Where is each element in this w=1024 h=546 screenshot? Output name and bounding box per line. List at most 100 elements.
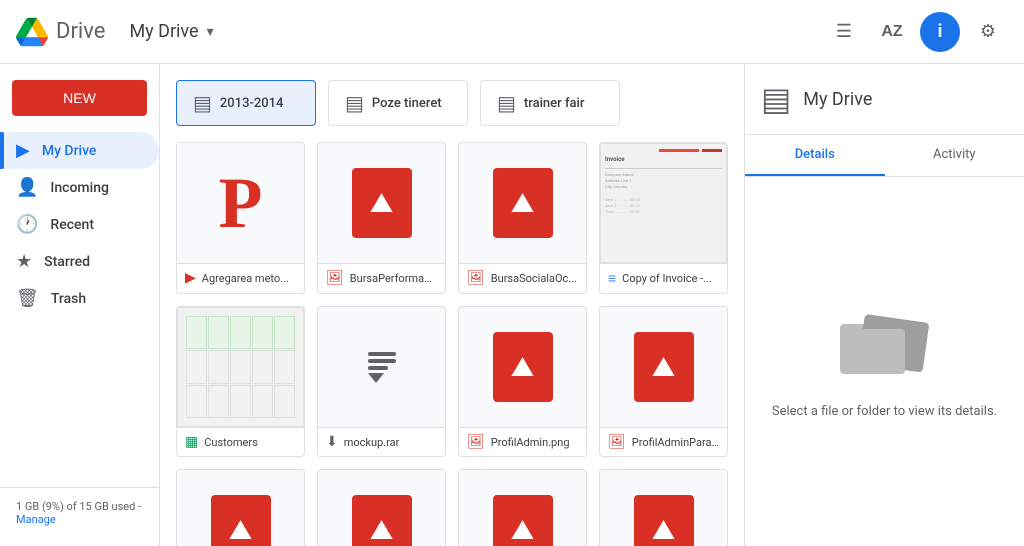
- file-thumb: ⛰: [459, 470, 586, 546]
- storage-info: 1 GB (9%) of 15 GB used - Manage: [0, 487, 159, 538]
- file-label: ≡ Copy of Invoice -...: [600, 263, 727, 293]
- sort-icon: AZ: [881, 23, 902, 41]
- mountain-icon: ⛰: [511, 350, 535, 384]
- tab-details[interactable]: Details: [745, 135, 885, 176]
- incoming-icon: 👤: [16, 177, 38, 198]
- file-bursa-perform[interactable]: ⛰ 🖼 BursaPerforman...: [317, 142, 446, 294]
- sidebar-item-label: Recent: [50, 217, 94, 233]
- manage-storage-link[interactable]: Manage: [16, 513, 56, 526]
- file-label: 🖼 ProfilAdmin.png: [459, 427, 586, 456]
- folder-card-2013-2014[interactable]: ▤ 2013-2014: [176, 80, 316, 126]
- file-thumb: ⛰: [177, 470, 304, 546]
- folders-row: ▤ 2013-2014 ▤ Poze tineret ▤ trainer fai…: [176, 80, 728, 126]
- file-thumb: [177, 307, 304, 427]
- new-button[interactable]: NEW: [12, 80, 147, 116]
- image-placeholder: ⛰: [211, 495, 271, 546]
- file-type-icon: 🖼: [467, 270, 485, 286]
- folder-card-poze-tineret[interactable]: ▤ Poze tineret: [328, 80, 468, 126]
- sidebar-item-label: My Drive: [42, 143, 97, 159]
- file-thumb: ⛰: [459, 307, 586, 427]
- image-placeholder: ⛰: [352, 495, 412, 546]
- detail-placeholder-text: Select a file or folder to view its deta…: [772, 404, 997, 419]
- tab-activity[interactable]: Activity: [885, 135, 1024, 176]
- file-type-icon: ▦: [185, 434, 198, 450]
- file-thumb: ⛰: [459, 143, 586, 263]
- sidebar-item-label: Trash: [51, 291, 86, 307]
- file-profil-admin-para[interactable]: ⛰ 🖼 ProfilAdminPara...: [599, 306, 728, 457]
- file-type-icon: ≡: [608, 270, 616, 287]
- info-icon: i: [937, 21, 942, 42]
- file-thumb: ⛰: [600, 470, 727, 546]
- file-type-icon: 🖼: [608, 434, 626, 450]
- breadcrumb[interactable]: My Drive ▾: [129, 21, 213, 42]
- file-profil-student[interactable]: ⛰ 🖼 ProfilStudent.pn...: [458, 469, 587, 546]
- file-agregarea[interactable]: P ▶ Agregarea meto...: [176, 142, 305, 294]
- mountain-icon: ⛰: [370, 513, 394, 546]
- chevron-down-icon: ▾: [207, 24, 214, 40]
- list-view-icon: ☰: [836, 21, 852, 42]
- file-label: 🖼 BursaPerforman...: [318, 263, 445, 292]
- list-view-button[interactable]: ☰: [824, 12, 864, 52]
- folder-icon: ▤: [193, 91, 212, 115]
- image-placeholder: ⛰: [634, 332, 694, 402]
- file-name: ProfilAdmin.png: [491, 436, 570, 449]
- mountain-icon: ⛰: [511, 186, 535, 220]
- mountain-icon: ⛰: [229, 513, 253, 546]
- folder-icon: ▤: [345, 91, 364, 115]
- detail-header: ▤ My Drive: [745, 64, 1024, 135]
- mountain-icon: ⛰: [370, 186, 394, 220]
- image-placeholder: ⛰: [352, 168, 412, 238]
- file-thumb: ⛰: [318, 470, 445, 546]
- file-customers[interactable]: ▦ Customers: [176, 306, 305, 457]
- file-name: Customers: [204, 436, 258, 449]
- sidebar-item-starred[interactable]: ★ Starred: [0, 243, 159, 280]
- archive-icon: [368, 352, 396, 383]
- file-label: ▶ Agregarea meto...: [177, 263, 304, 292]
- file-profil-manager[interactable]: ⛰ 🖼 ProfilManager.p...: [176, 469, 305, 546]
- file-name: mockup.rar: [344, 436, 400, 449]
- sidebar: NEW ▶ My Drive 👤 Incoming 🕐 Recent ★ Sta…: [0, 64, 160, 546]
- active-indicator: [0, 132, 4, 169]
- detail-panel: ▤ My Drive Details Activity Select a fil…: [744, 64, 1024, 546]
- file-type-icon: ▶: [185, 270, 196, 286]
- file-thumb: [318, 307, 445, 427]
- content-area: ▤ 2013-2014 ▤ Poze tineret ▤ trainer fai…: [160, 64, 744, 546]
- sort-button[interactable]: AZ: [872, 12, 912, 52]
- settings-button[interactable]: ⚙: [968, 12, 1008, 52]
- file-name: BursaSocialaOc...: [491, 272, 577, 285]
- folder-card-trainer-fair[interactable]: ▤ trainer fair: [480, 80, 620, 126]
- folder-name: Poze tineret: [372, 96, 442, 111]
- file-profil-manager2[interactable]: ⛰ 🖼 ProfilManager2...: [317, 469, 446, 546]
- mountain-icon: ⛰: [511, 513, 535, 546]
- file-label: 🖼 ProfilAdminPara...: [600, 427, 727, 456]
- file-mockup-rar[interactable]: ⬇ mockup.rar: [317, 306, 446, 457]
- info-button[interactable]: i: [920, 12, 960, 52]
- file-profil-admin[interactable]: ⛰ 🖼 ProfilAdmin.png: [458, 306, 587, 457]
- file-profil-student2[interactable]: ⛰ 🖼 ProfilStudent.pn...: [599, 469, 728, 546]
- storage-text: 1 GB (9%) of 15 GB used -: [16, 500, 141, 513]
- file-copy-invoice[interactable]: Invoice Company Name Address Line 1 City…: [599, 142, 728, 294]
- trash-icon: 🗑: [16, 288, 39, 309]
- new-button-label: NEW: [63, 90, 96, 106]
- tab-details-label: Details: [795, 147, 835, 162]
- topbar: Drive My Drive ▾ ☰ AZ i ⚙: [0, 0, 1024, 64]
- sidebar-item-my-drive[interactable]: ▶ My Drive: [0, 132, 159, 169]
- app-title: Drive: [56, 19, 105, 44]
- file-name: ProfilAdminPara...: [632, 436, 719, 449]
- folder-icon: ▤: [497, 91, 516, 115]
- image-placeholder: ⛰: [493, 495, 553, 546]
- file-name: Copy of Invoice -...: [622, 272, 712, 285]
- sidebar-item-incoming[interactable]: 👤 Incoming: [0, 169, 159, 206]
- file-name: BursaPerforman...: [350, 272, 437, 285]
- file-thumb: ⛰: [600, 307, 727, 427]
- sidebar-item-trash[interactable]: 🗑 Trash: [0, 280, 159, 317]
- file-bursa-social[interactable]: ⛰ 🖼 BursaSocialaOc...: [458, 142, 587, 294]
- image-placeholder: ⛰: [493, 332, 553, 402]
- my-drive-icon: ▶: [16, 140, 30, 161]
- sidebar-item-label: Starred: [44, 254, 90, 270]
- gear-icon: ⚙: [980, 21, 996, 42]
- file-thumb: Invoice Company Name Address Line 1 City…: [600, 143, 727, 263]
- files-grid: P ▶ Agregarea meto... ⛰ 🖼 BursaPerforman…: [176, 142, 728, 546]
- sidebar-item-recent[interactable]: 🕐 Recent: [0, 206, 159, 243]
- file-label: 🖼 BursaSocialaOc...: [459, 263, 586, 292]
